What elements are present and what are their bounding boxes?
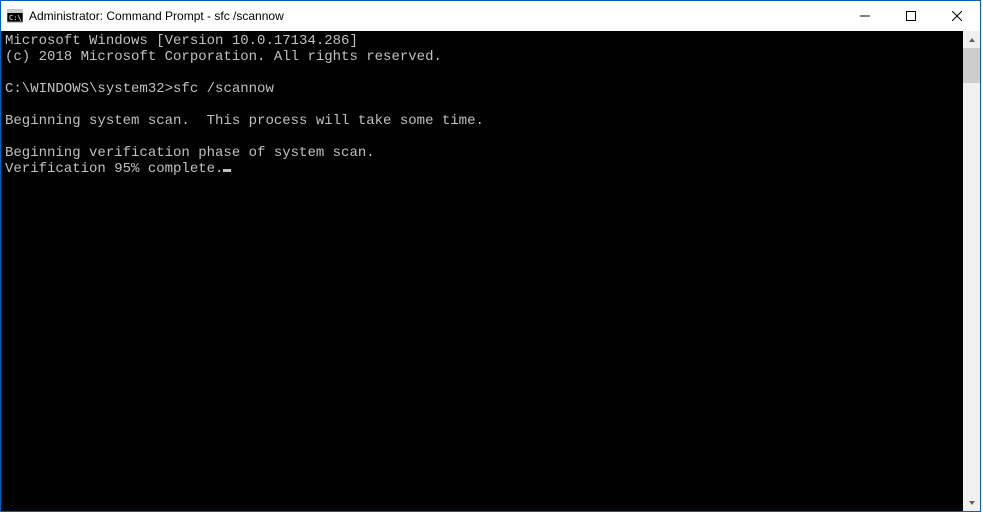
prompt-path: C:\WINDOWS\system32> xyxy=(5,81,173,97)
scroll-up-button[interactable] xyxy=(963,31,980,48)
console-line xyxy=(5,129,959,145)
svg-text:C:\: C:\ xyxy=(9,14,22,22)
command-prompt-window: C:\ Administrator: Command Prompt - sfc … xyxy=(0,0,981,512)
cmd-icon: C:\ xyxy=(7,8,23,24)
scroll-track[interactable] xyxy=(963,48,980,494)
console-line: C:\WINDOWS\system32>sfc /scannow xyxy=(5,81,959,97)
client-area: Microsoft Windows [Version 10.0.17134.28… xyxy=(1,31,980,511)
console-line: Beginning system scan. This process will… xyxy=(5,113,959,129)
console-line xyxy=(5,65,959,81)
vertical-scrollbar[interactable] xyxy=(963,31,980,511)
maximize-button[interactable] xyxy=(888,1,934,31)
verification-line: Verification 95% complete. xyxy=(5,161,223,177)
console-line: Beginning verification phase of system s… xyxy=(5,145,959,161)
console-line: Microsoft Windows [Version 10.0.17134.28… xyxy=(5,33,959,49)
scroll-down-button[interactable] xyxy=(963,494,980,511)
titlebar[interactable]: C:\ Administrator: Command Prompt - sfc … xyxy=(1,1,980,31)
minimize-button[interactable] xyxy=(842,1,888,31)
close-button[interactable] xyxy=(934,1,980,31)
window-title: Administrator: Command Prompt - sfc /sca… xyxy=(29,9,284,23)
cursor-icon xyxy=(223,169,231,172)
console-line: (c) 2018 Microsoft Corporation. All righ… xyxy=(5,49,959,65)
scroll-thumb[interactable] xyxy=(963,48,980,83)
console-output[interactable]: Microsoft Windows [Version 10.0.17134.28… xyxy=(1,31,963,511)
console-line: Verification 95% complete. xyxy=(5,161,959,177)
console-line xyxy=(5,97,959,113)
prompt-command: sfc /scannow xyxy=(173,81,274,97)
